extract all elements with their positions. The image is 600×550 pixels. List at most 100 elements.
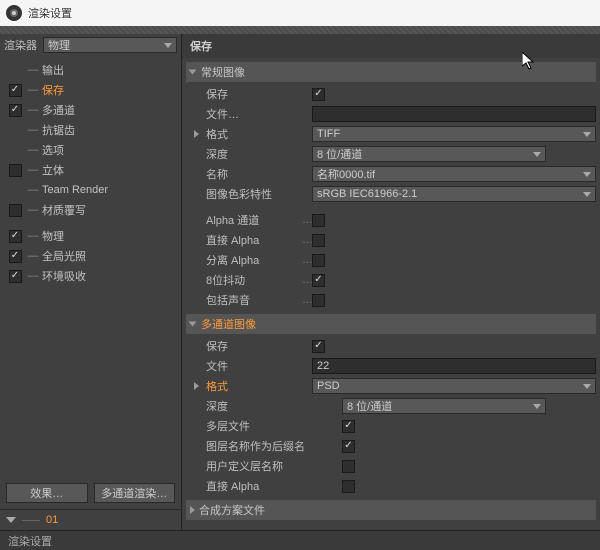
category-label: 输出 xyxy=(42,62,64,78)
triangle-down-icon xyxy=(189,322,197,327)
depth2-dropdown[interactable]: 8 位/通道 xyxy=(342,398,546,414)
category-checkbox[interactable] xyxy=(9,230,22,243)
renderer-dropdown[interactable]: 物理 xyxy=(43,37,177,53)
titlebar: 渲染设置 xyxy=(0,0,600,26)
category-item[interactable]: —多通道 xyxy=(0,100,181,120)
field-dither1: 8位抖动… xyxy=(182,270,600,290)
category-item[interactable]: —Team Render xyxy=(0,180,181,200)
sound1-checkbox[interactable] xyxy=(312,294,325,307)
category-label: 环境吸收 xyxy=(42,268,86,284)
category-label: 多通道 xyxy=(42,102,75,118)
category-checkbox[interactable] xyxy=(9,84,22,97)
alpha1-checkbox[interactable] xyxy=(312,214,325,227)
straight2-checkbox[interactable] xyxy=(342,480,355,493)
chevron-down-icon xyxy=(583,384,591,389)
chevron-down-icon xyxy=(583,132,591,137)
category-item[interactable]: —全局光照 xyxy=(0,246,181,266)
icc1-dropdown[interactable]: sRGB IEC61966-2.1 xyxy=(312,186,596,202)
category-item[interactable]: —材质覆写 xyxy=(0,200,181,220)
expand-icon xyxy=(6,517,16,523)
group-header-regular[interactable]: 常规图像 xyxy=(186,62,596,82)
field-straight1: 直接 Alpha… xyxy=(182,230,600,250)
left-panel: 渲染器 物理 —输出—保存—多通道—抗锯齿—选项—立体—Team Render—… xyxy=(0,34,182,530)
category-label: 材质覆写 xyxy=(42,202,86,218)
category-checkbox[interactable] xyxy=(9,270,22,283)
field-file1: 文件… xyxy=(182,104,600,124)
category-label: 选项 xyxy=(42,142,64,158)
category-item[interactable]: —抗锯齿 xyxy=(0,120,181,140)
field-userlayer2: 用户定义层名称 xyxy=(182,456,600,476)
multilayer2-checkbox[interactable] xyxy=(342,420,355,433)
format1-dropdown[interactable]: TIFF xyxy=(312,126,596,142)
group-header-comp[interactable]: 合成方案文件 xyxy=(186,500,596,520)
chevron-down-icon xyxy=(583,192,591,197)
category-item[interactable]: —选项 xyxy=(0,140,181,160)
field-icc1: 图像色彩特性sRGB IEC61966-2.1 xyxy=(182,184,600,204)
field-alpha1: Alpha 通道… xyxy=(182,210,600,230)
triangle-right-icon xyxy=(190,506,195,514)
file1-input[interactable] xyxy=(312,106,596,122)
userlayer2-checkbox[interactable] xyxy=(342,460,355,473)
dither1-checkbox[interactable] xyxy=(312,274,325,287)
app-icon xyxy=(6,5,22,21)
format2-dropdown[interactable]: PSD xyxy=(312,378,596,394)
field-save2: 保存 xyxy=(182,336,600,356)
chevron-down-icon xyxy=(164,43,172,48)
category-checkbox[interactable] xyxy=(9,104,22,117)
field-depth2: 深度8 位/通道 xyxy=(182,396,600,416)
window-title: 渲染设置 xyxy=(28,5,72,21)
chevron-down-icon xyxy=(583,172,591,177)
field-sound1: 包括声音… xyxy=(182,290,600,310)
renderer-value: 物理 xyxy=(48,37,70,53)
category-label: 抗锯齿 xyxy=(42,122,75,138)
save2-checkbox[interactable] xyxy=(312,340,325,353)
field-separate1: 分离 Alpha… xyxy=(182,250,600,270)
straight1-checkbox[interactable] xyxy=(312,234,325,247)
preset-row[interactable]: 01 xyxy=(0,509,181,530)
field-name1: 名称名称0000.tif xyxy=(182,164,600,184)
category-item[interactable]: —物理 xyxy=(0,226,181,246)
effects-button[interactable]: 效果… xyxy=(6,483,88,503)
suffix2-checkbox[interactable] xyxy=(342,440,355,453)
preset-line xyxy=(22,520,40,521)
multipass-button[interactable]: 多通道渲染… xyxy=(94,483,176,503)
renderer-row: 渲染器 物理 xyxy=(0,34,181,56)
category-checkbox[interactable] xyxy=(9,204,22,217)
category-item[interactable]: —立体 xyxy=(0,160,181,180)
panel-title: 保存 xyxy=(182,34,600,58)
field-save1: 保存 xyxy=(182,84,600,104)
field-straight2: 直接 Alpha xyxy=(182,476,600,496)
category-label: 全局光照 xyxy=(42,248,86,264)
depth1-dropdown[interactable]: 8 位/通道 xyxy=(312,146,546,162)
category-label: Team Render xyxy=(42,184,108,196)
category-list: —输出—保存—多通道—抗锯齿—选项—立体—Team Render—材质覆写 —物理… xyxy=(0,56,181,477)
chevron-down-icon xyxy=(533,152,541,157)
category-label: 物理 xyxy=(42,228,64,244)
field-depth1: 深度8 位/通道 xyxy=(182,144,600,164)
category-label: 立体 xyxy=(42,162,64,178)
preset-name: 01 xyxy=(46,514,58,526)
group-header-multipass[interactable]: 多通道图像 xyxy=(186,314,596,334)
save1-checkbox[interactable] xyxy=(312,88,325,101)
category-label: 保存 xyxy=(42,82,64,98)
field-format1: 格式TIFF xyxy=(182,124,600,144)
statusbar-text: 渲染设置 xyxy=(8,533,52,549)
panel-body: 常规图像 保存 文件… 格式TIFF 深度8 位/通道 名称名称0000.tif… xyxy=(182,58,600,530)
grip-bar xyxy=(0,26,600,34)
right-panel: 保存 常规图像 保存 文件… 格式TIFF 深度8 位/通道 名称名称0000.… xyxy=(182,34,600,530)
triangle-down-icon xyxy=(189,70,197,75)
category-checkbox[interactable] xyxy=(9,250,22,263)
triangle-right-icon[interactable] xyxy=(194,382,199,390)
triangle-right-icon[interactable] xyxy=(194,130,199,138)
statusbar: 渲染设置 xyxy=(0,530,600,550)
renderer-label: 渲染器 xyxy=(4,37,37,53)
field-format2: 格式PSD xyxy=(182,376,600,396)
separate1-checkbox[interactable] xyxy=(312,254,325,267)
category-item[interactable]: —环境吸收 xyxy=(0,266,181,286)
category-checkbox[interactable] xyxy=(9,164,22,177)
category-item[interactable]: —输出 xyxy=(0,60,181,80)
field-suffix2: 图层名称作为后缀名 xyxy=(182,436,600,456)
name1-dropdown[interactable]: 名称0000.tif xyxy=(312,166,596,182)
category-item[interactable]: —保存 xyxy=(0,80,181,100)
file2-input[interactable] xyxy=(312,358,596,374)
